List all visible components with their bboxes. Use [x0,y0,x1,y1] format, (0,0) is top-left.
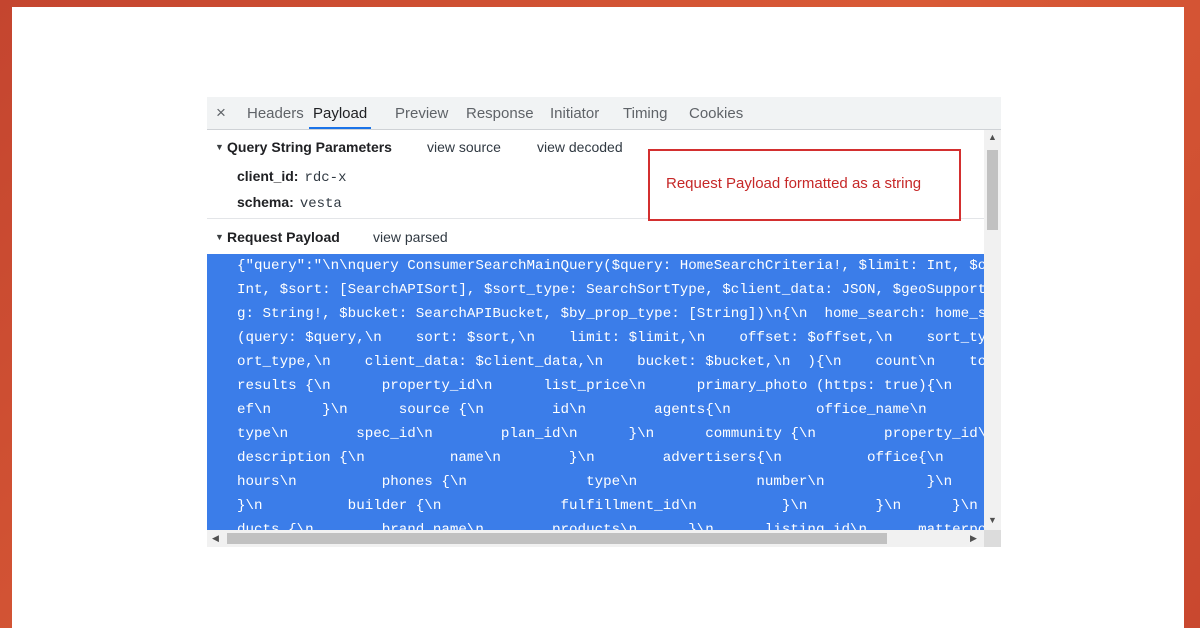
payload-line: (query: $query,\n sort: $sort,\n limit: … [237,330,984,346]
payload-line: }\n builder {\n fulfillment_id\n }\n }\n… [237,498,984,514]
tab-timing[interactable]: Timing [623,97,667,129]
payload-line: hours\n phones {\n type\n number\n }\n [237,474,953,490]
payload-line: type\n spec_id\n plan_id\n }\n community… [237,426,984,442]
tab-response[interactable]: Response [466,97,534,129]
payload-line: ducts {\n brand_name\n products\n }\n li… [237,522,984,530]
vertical-scrollbar[interactable]: ▲ ▼ [984,130,1001,530]
payload-line: results {\n property_id\n list_price\n p… [237,378,984,394]
horizontal-scroll-thumb[interactable] [227,533,887,544]
payload-line: Int, $sort: [SearchAPISort], $sort_type:… [237,282,984,298]
scrollbar-corner [984,530,1001,547]
close-icon[interactable]: × [216,97,226,129]
param-key: schema: [237,194,294,210]
request-payload-header[interactable]: ▼ Request Payload view parsed [207,222,984,252]
param-value: rdc-x [304,170,347,186]
devtools-tabbar: × Headers Payload Preview Response Initi… [207,97,1001,130]
scroll-down-icon[interactable]: ▼ [988,515,997,525]
payload-line: ef\n }\n source {\n id\n agents{\n offic… [237,402,984,418]
param-key: client_id: [237,168,299,184]
request-payload-title: Request Payload [227,229,340,245]
payload-line: description {\n name\n }\n advertisers{\… [237,450,944,466]
collapse-triangle-icon[interactable]: ▼ [215,132,224,162]
tab-initiator[interactable]: Initiator [550,97,599,129]
payload-text-selected[interactable]: {"query":"\n\nquery ConsumerSearchMainQu… [207,254,984,530]
payload-line: ort_type,\n client_data: $client_data,\n… [237,354,984,370]
horizontal-scrollbar[interactable]: ◀ ▶ [207,530,984,547]
param-value: vesta [299,196,342,212]
tab-headers[interactable]: Headers [247,97,304,129]
view-source-link[interactable]: view source [427,132,501,162]
param-client-id: client_id: rdc-x [237,165,346,187]
view-parsed-link[interactable]: view parsed [373,222,448,252]
scroll-right-icon[interactable]: ▶ [970,533,977,544]
collapse-triangle-icon[interactable]: ▼ [215,222,224,252]
tab-preview[interactable]: Preview [395,97,448,129]
scroll-up-icon[interactable]: ▲ [988,132,997,142]
tab-cookies[interactable]: Cookies [689,97,743,129]
payload-line: g: String!, $bucket: SearchAPIBucket, $b… [237,306,984,322]
payload-line: {"query":"\n\nquery ConsumerSearchMainQu… [237,258,984,274]
vertical-scroll-thumb[interactable] [987,150,998,230]
query-string-title: Query String Parameters [227,139,392,155]
param-schema: schema: vesta [237,191,342,213]
view-decoded-link[interactable]: view decoded [537,132,623,162]
scroll-left-icon[interactable]: ◀ [212,533,219,544]
annotation-text: Request Payload formatted as a string [666,175,922,192]
tab-payload[interactable]: Payload [309,97,372,129]
annotation-callout: Request Payload formatted as a string [648,149,961,221]
